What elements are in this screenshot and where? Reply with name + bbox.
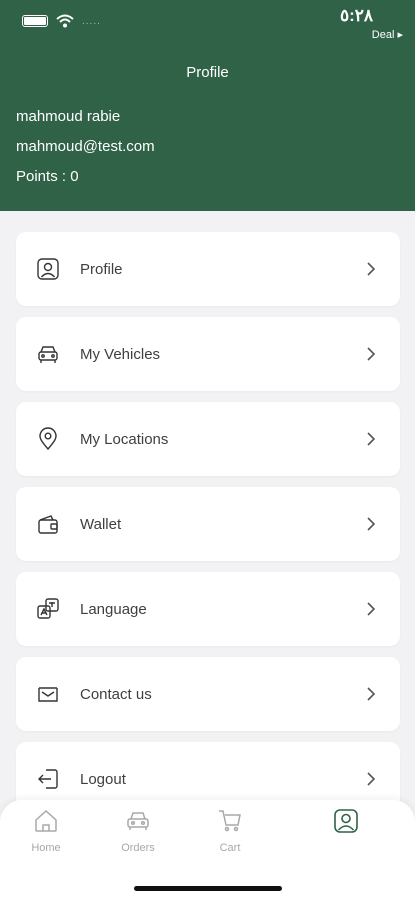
home-icon xyxy=(35,809,57,832)
profile-icon xyxy=(334,809,358,833)
tab-orders[interactable]: Orders xyxy=(106,808,170,854)
home-indicator xyxy=(134,886,282,891)
logout-icon xyxy=(38,769,58,789)
bottom-tab-bar: Home Orders Cart xyxy=(0,800,415,900)
menu-item-label: My Locations xyxy=(80,430,169,448)
tab-home[interactable]: Home xyxy=(14,808,78,854)
cart-icon xyxy=(219,810,241,832)
user-email: mahmoud@test.com xyxy=(16,138,155,155)
menu-item-label: Profile xyxy=(80,260,123,278)
page-title: Profile xyxy=(186,64,229,81)
status-time: ٥:٢٨ xyxy=(339,6,373,25)
location-pin-icon xyxy=(39,427,57,451)
chevron-right-icon xyxy=(367,262,376,276)
chevron-right-icon xyxy=(367,602,376,616)
contact-mail-icon xyxy=(38,687,58,702)
wallet-icon xyxy=(38,515,58,534)
tab-cart[interactable]: Cart xyxy=(198,808,262,854)
menu-item-label: My Vehicles xyxy=(80,345,161,363)
chevron-right-icon xyxy=(367,517,376,531)
car-icon xyxy=(127,812,149,830)
menu-item-label: Wallet xyxy=(80,515,122,533)
menu-item-wallet[interactable]: Wallet xyxy=(16,487,400,561)
back-to-app-link[interactable]: Deal ▸ xyxy=(372,28,403,41)
profile-header: ..... ٥:٢٨ Deal ▸ Profile mahmoud rabie … xyxy=(0,0,415,211)
menu-item-profile[interactable]: Profile xyxy=(16,232,400,306)
chevron-right-icon xyxy=(367,432,376,446)
battery-icon xyxy=(22,15,48,27)
tab-label: Orders xyxy=(121,842,155,854)
chevron-right-icon xyxy=(367,687,376,701)
user-points: Points : 0 xyxy=(16,168,79,185)
car-icon xyxy=(38,346,58,363)
tab-label: Home xyxy=(31,842,61,854)
language-icon xyxy=(37,598,59,619)
menu-item-my-locations[interactable]: My Locations xyxy=(16,402,400,476)
status-bar-left: ..... xyxy=(22,14,101,28)
menu-item-contact-us[interactable]: Contact us xyxy=(16,657,400,731)
menu-item-language[interactable]: Language xyxy=(16,572,400,646)
menu-item-label: Language xyxy=(80,600,147,618)
chevron-right-icon xyxy=(367,347,376,361)
tab-label: Cart xyxy=(219,842,241,854)
menu-item-label: Logout xyxy=(80,770,126,788)
menu-item-my-vehicles[interactable]: My Vehicles xyxy=(16,317,400,391)
user-square-icon xyxy=(37,258,59,280)
tab-profile[interactable] xyxy=(314,808,378,842)
chevron-right-icon xyxy=(367,772,376,786)
user-name: mahmoud rabie xyxy=(16,108,121,125)
carrier-signal: ..... xyxy=(82,15,101,27)
menu-item-label: Contact us xyxy=(80,685,152,703)
wifi-icon xyxy=(56,14,74,28)
profile-menu: Profile My Vehicles My Locations Wallet xyxy=(16,232,400,827)
